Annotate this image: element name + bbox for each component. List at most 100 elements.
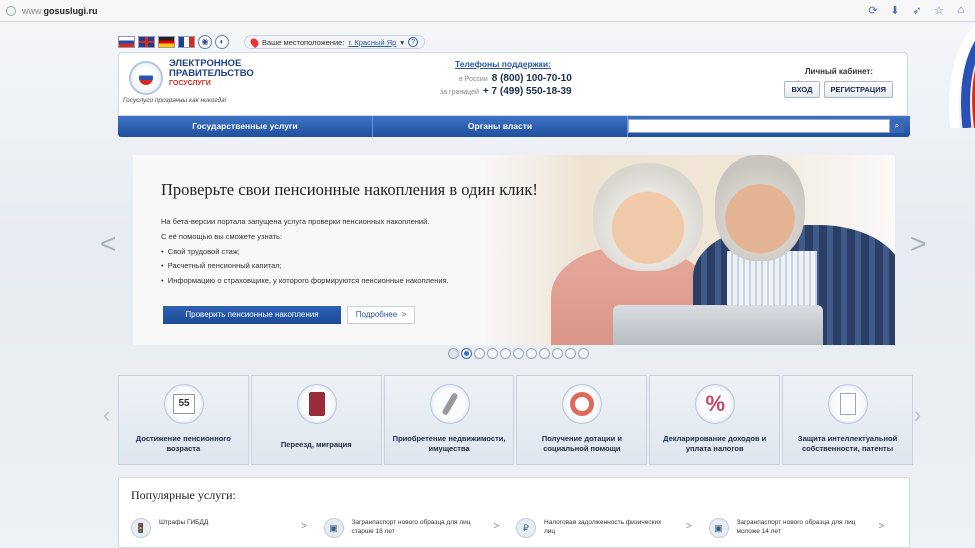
carousel-dot[interactable] — [461, 348, 472, 359]
carousel-dot[interactable] — [539, 348, 550, 359]
chevron-right-icon: > — [301, 521, 307, 532]
logo-subtitle: ГОСУСЛУГИ — [169, 80, 211, 87]
popular-item-label: Загранпаспорт нового образца для лиц мол… — [736, 519, 856, 535]
nav-authorities[interactable]: Органы власти — [373, 116, 628, 137]
carousel-dot[interactable] — [448, 348, 459, 359]
carousel-dot[interactable] — [474, 348, 485, 359]
location-selector[interactable]: Ваше местоположение: г. Красный Яр ▾ ? — [244, 35, 426, 49]
tile-label: Защита интеллектуальной собственности, п… — [797, 434, 898, 453]
calendar-55-glyph: 55 — [173, 394, 195, 414]
hero-banner: Проверьте свои пенсионные накопления в о… — [133, 155, 895, 345]
tile-pension-age[interactable]: 55 Достижение пенсионного возраста — [118, 375, 249, 465]
logo-slogan: Госуслуги прозрачны как никогда! — [123, 97, 227, 104]
hero-bullet-text: Расчетный пенсионный капитал; — [167, 261, 282, 271]
keys-icon — [429, 384, 470, 424]
tiles-next-arrow[interactable]: › — [914, 402, 921, 428]
chevron-right-icon: > — [401, 310, 407, 319]
popular-item-label: Загранпаспорт нового образца для лиц ста… — [351, 519, 471, 535]
popular-item-traffic-fines[interactable]: 🚦 Штрафы ГИБДД > — [131, 516, 324, 540]
compass-icon[interactable]: ◐ — [215, 35, 229, 49]
carousel-dot[interactable] — [526, 348, 537, 359]
personal-cabinet-title: Личный кабинет: — [804, 67, 873, 76]
check-pension-button[interactable]: Проверить пенсионные накопления — [163, 306, 341, 324]
login-button[interactable]: ВХОД — [784, 81, 820, 98]
popular-item-passport-adult[interactable]: ▣ Загранпаспорт нового образца для лиц с… — [323, 516, 517, 540]
hero-bullet-3: • Информацию о страховщике, у которого ф… — [161, 276, 449, 286]
more-button[interactable]: Подробнее > — [347, 306, 415, 324]
hero-prev-arrow[interactable]: < — [100, 228, 116, 260]
url-prefix: www. — [22, 5, 44, 16]
accessibility-icon[interactable]: ◉ — [198, 35, 212, 49]
passport-icon — [296, 384, 337, 424]
carousel-dots — [448, 348, 589, 359]
elderly-couple-photo — [483, 155, 895, 345]
hero-bullet-2: • Расчетный пенсионный капитал; — [161, 261, 282, 271]
flag-ru-icon[interactable] — [118, 36, 135, 48]
life-situation-tiles: 55 Достижение пенсионного возраста Перее… — [118, 375, 913, 467]
location-value[interactable]: г. Красный Яр — [348, 38, 396, 47]
certificate-glyph — [840, 393, 857, 415]
url-host: gosuslugi.ru — [43, 5, 98, 16]
tile-patents[interactable]: Защита интеллектуальной собственности, п… — [782, 375, 913, 465]
search-input[interactable] — [628, 119, 890, 133]
phone-abroad-number: + 7 (499) 550-18-39 — [482, 86, 572, 97]
browser-address-bar[interactable]: www. gosuslugi.ru ⟳ ⬇ ➶ ☆ ⌂ — [0, 0, 975, 22]
tile-social-aid[interactable]: Получение дотации и социальной помощи — [516, 375, 648, 465]
more-label: Подробнее — [355, 310, 398, 319]
location-label: Ваше местоположение: — [262, 37, 345, 47]
tiles-prev-arrow[interactable]: ‹ — [103, 402, 110, 428]
popular-item-passport-child[interactable]: ▣ Загранпаспорт нового образца для лиц м… — [708, 516, 902, 540]
carousel-dot[interactable] — [487, 348, 498, 359]
register-button[interactable]: РЕГИСТРАЦИЯ — [823, 81, 893, 98]
site-header: ЭЛЕКТРОННОЕ ПРАВИТЕЛЬСТВО ГОСУСЛУГИ Госу… — [118, 52, 908, 116]
popular-item-tax-debt[interactable]: ₽ Налоговая задолженность физических лиц… — [516, 516, 709, 540]
support-phones-link[interactable]: Телефоны поддержки: — [455, 59, 551, 69]
chevron-right-icon: > — [686, 521, 692, 532]
tax-icon: ₽ — [516, 518, 536, 538]
logo-title[interactable]: ЭЛЕКТРОННОЕ ПРАВИТЕЛЬСТВО — [169, 59, 254, 79]
search-button[interactable]: ⌕ — [890, 119, 904, 133]
popular-title: Популярные услуги: — [131, 488, 236, 502]
photo-woman-head — [593, 163, 703, 271]
hero-description: На бета-версии портала запущена услуга п… — [161, 215, 449, 289]
phone-russia-number: 8 (800) 100-70-10 — [491, 73, 572, 84]
help-icon[interactable]: ? — [408, 37, 419, 47]
tile-label: Получение дотации и социальной помощи — [541, 434, 622, 453]
certificate-icon — [828, 384, 869, 424]
chevron-right-icon: > — [878, 521, 885, 532]
percent-icon: % — [695, 384, 736, 424]
keys-glyph — [441, 392, 459, 416]
popular-item-label: Штрафы ГИБДД — [159, 519, 209, 526]
popular-list: 🚦 Штрафы ГИБДД > ▣ Загранпаспорт нового … — [131, 516, 901, 540]
site-icon — [6, 5, 16, 16]
carousel-dot[interactable] — [578, 348, 589, 359]
lifebuoy-icon — [562, 384, 603, 424]
tile-property[interactable]: Приобретение недвижимости, имущества — [383, 375, 515, 465]
phone-abroad-label: за границей — [440, 89, 479, 96]
hero-title: Проверьте свои пенсионные накопления в о… — [161, 180, 538, 199]
flag-fr-icon[interactable] — [178, 36, 195, 48]
hero-next-arrow[interactable]: > — [910, 228, 926, 260]
phone-russia: в России 8 (800) 100-70-10 — [459, 73, 572, 84]
lifebuoy-glyph — [570, 392, 595, 416]
search-icon: ⌕ — [894, 121, 900, 130]
tile-migration[interactable]: Переезд, миграция — [250, 375, 382, 465]
phone-russia-label: в России — [459, 76, 488, 83]
tile-label: Приобретение недвижимости, имущества — [392, 434, 506, 453]
location-pin-icon — [248, 36, 261, 48]
carousel-dot[interactable] — [513, 348, 524, 359]
tile-taxes[interactable]: % Декларирование доходов и уплата налого… — [649, 375, 781, 465]
carousel-dot[interactable] — [565, 348, 576, 359]
flag-de-icon[interactable] — [158, 36, 175, 48]
carousel-dot[interactable] — [500, 348, 511, 359]
flag-uk-icon[interactable] — [138, 36, 155, 48]
hero-line2: С её помощью вы сможете узнать: — [161, 231, 283, 241]
nav-gov-services[interactable]: Государственные услуги — [118, 116, 373, 137]
gosuslugi-logo-icon[interactable] — [129, 61, 163, 95]
chevron-down-icon[interactable]: ▾ — [400, 38, 404, 47]
carousel-dot[interactable] — [552, 348, 563, 359]
percent-glyph: % — [705, 391, 726, 416]
passport-icon: ▣ — [708, 518, 729, 538]
traffic-light-icon: 🚦 — [131, 518, 151, 538]
popular-item-label: Налоговая задолженность физических лиц — [544, 519, 662, 535]
